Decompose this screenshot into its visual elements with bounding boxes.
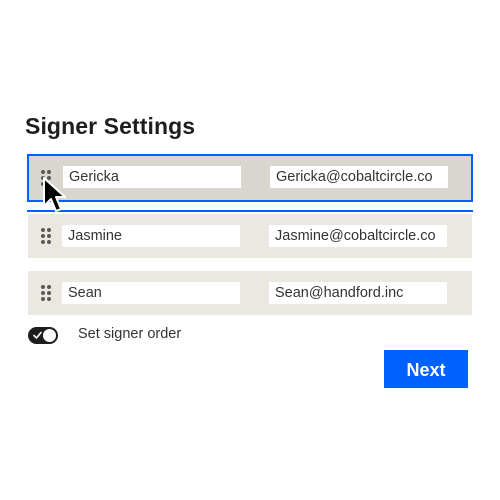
next-button[interactable]: Next bbox=[384, 350, 468, 388]
check-icon bbox=[33, 331, 42, 339]
page-title: Signer Settings bbox=[25, 113, 196, 139]
toggle-knob bbox=[43, 329, 56, 342]
mouse-pointer-icon bbox=[43, 177, 66, 212]
signer-row[interactable]: Jasmine Jasmine@cobaltcircle.co bbox=[28, 214, 472, 258]
signer-row[interactable]: Sean Sean@handford.inc bbox=[28, 271, 472, 315]
signer-name-field[interactable]: Gericka bbox=[63, 166, 241, 188]
signer-name-field[interactable]: Jasmine bbox=[62, 225, 240, 247]
drag-handle-icon[interactable] bbox=[40, 227, 52, 245]
signer-name-field[interactable]: Sean bbox=[62, 282, 240, 304]
signer-email-field[interactable]: Sean@handford.inc bbox=[269, 282, 447, 304]
drag-handle-icon[interactable] bbox=[40, 284, 52, 302]
signer-email-field[interactable]: Gericka@cobaltcircle.co bbox=[270, 166, 448, 188]
signer-order-label: Set signer order bbox=[78, 326, 182, 342]
drop-indicator-line bbox=[27, 210, 473, 212]
signer-row[interactable]: Gericka Gericka@cobaltcircle.co bbox=[27, 154, 473, 202]
signer-settings-page: Signer Settings Gericka Gericka@cobaltci… bbox=[0, 0, 500, 500]
signer-order-toggle[interactable] bbox=[28, 327, 58, 344]
signer-email-field[interactable]: Jasmine@cobaltcircle.co bbox=[269, 225, 447, 247]
